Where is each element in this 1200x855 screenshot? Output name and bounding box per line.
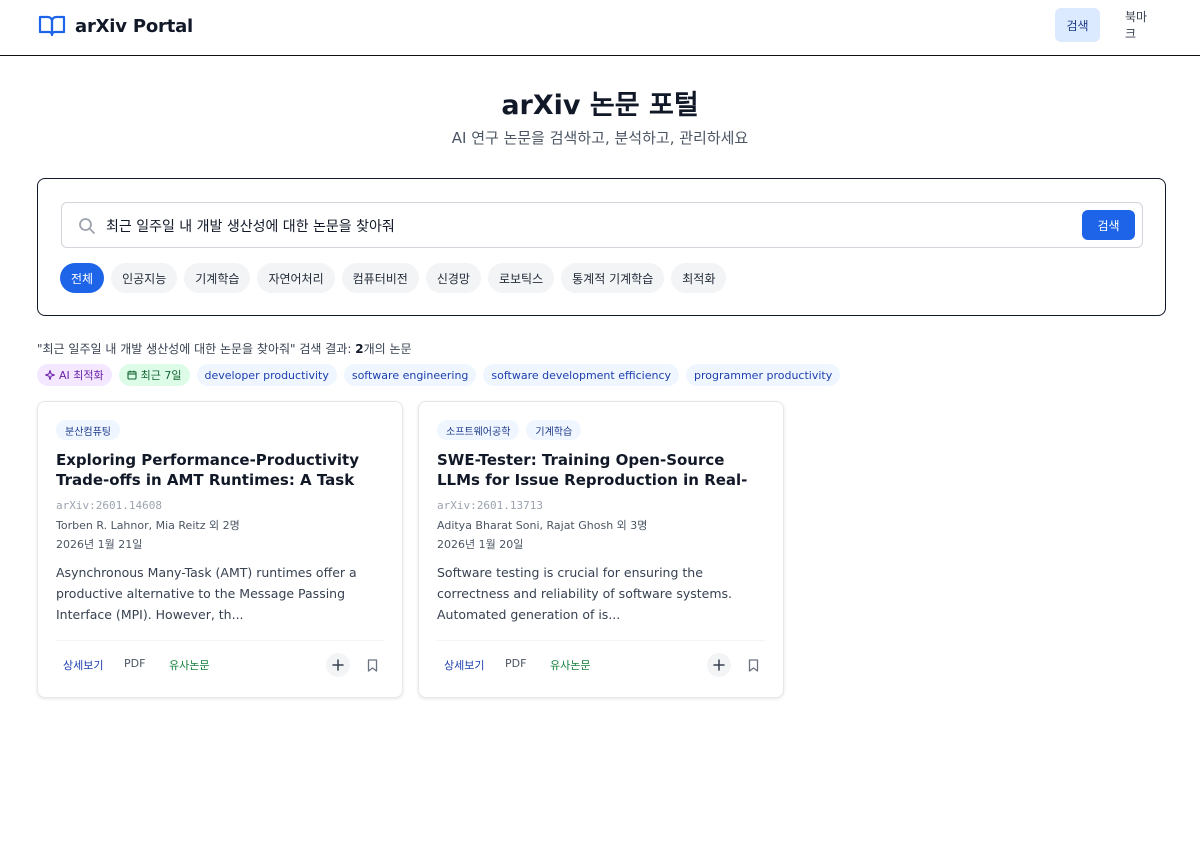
paper-abstract: Asynchronous Many-Task (AMT) runtimes of… (56, 565, 357, 622)
nav-search-button[interactable]: 검색 (1055, 8, 1100, 42)
result-summary: "최근 일주일 내 개발 생산성에 대한 논문을 찾아줘" 검색 결과: 2개의… (37, 340, 412, 357)
paper-tag: 소프트웨어공학 (437, 420, 520, 440)
category-chip-computer-vision[interactable]: 컴퓨터비전 (341, 263, 419, 293)
bookmark-icon (748, 658, 758, 672)
search-submit-button[interactable]: 검색 (1082, 210, 1135, 240)
paper-date: 2026년 1월 21일 (56, 538, 143, 551)
paper-actions: 상세보기 PDF 유사논문 (56, 653, 384, 677)
plus-icon (713, 659, 725, 671)
view-details-link[interactable]: 상세보기 (444, 657, 484, 673)
keyword-chip: programmer productivity (686, 364, 841, 386)
paper-tag: 기계학습 (526, 420, 582, 440)
search-query-text[interactable]: 최근 일주일 내 개발 생산성에 대한 논문을 찾아줘 (106, 216, 395, 236)
brand-name: arXiv Portal (75, 15, 194, 37)
view-details-link[interactable]: 상세보기 (63, 657, 103, 673)
paper-arxiv-id: arXiv:2601.14608 (56, 499, 162, 512)
category-chip-robotics[interactable]: 로보틱스 (487, 263, 555, 293)
card-divider (56, 640, 384, 641)
paper-date: 2026년 1월 20일 (437, 538, 524, 551)
paper-arxiv-id: arXiv:2601.13713 (437, 499, 543, 512)
category-filter-list: 전체 인공지능 기계학습 자연어처리 컴퓨터비전 신경망 로보틱스 통계적 기계… (60, 263, 727, 293)
category-chip-statistical-ml[interactable]: 통계적 기계학습 (561, 263, 665, 293)
category-chip-all[interactable]: 전체 (60, 263, 105, 293)
paper-abstract: Software testing is crucial for ensuring… (437, 565, 733, 622)
paper-title[interactable]: SWE-Tester: Training Open-Source LLMs fo… (437, 450, 763, 490)
card-divider (437, 640, 765, 641)
top-navigation-bar: arXiv Portal 검색 북마크 (0, 0, 1200, 56)
bookmark-button[interactable] (745, 657, 761, 673)
paper-authors: Torben R. Lahnor, Mia Reitz 외 2명 (56, 519, 240, 532)
paper-tag: 분산컴퓨팅 (56, 420, 120, 440)
paper-authors: Aditya Bharat Soni, Rajat Ghosh 외 3명 (437, 519, 648, 532)
main-nav: 검색 북마크 (1055, 8, 1166, 42)
calendar-icon (127, 370, 137, 380)
paper-actions: 상세보기 PDF 유사논문 (437, 653, 765, 677)
pdf-link[interactable]: PDF (124, 657, 145, 670)
page-subtitle: AI 연구 논문을 검색하고, 분석하고, 관리하세요 (451, 129, 749, 147)
date-range-badge: 최근 7일 (118, 364, 190, 386)
keyword-chip: software development efficiency (483, 364, 680, 386)
keyword-chip: software engineering (343, 364, 477, 386)
nav-bookmark-button[interactable]: 북마크 (1114, 8, 1166, 42)
date-range-label: 최근 7일 (140, 369, 182, 382)
plus-icon (332, 659, 344, 671)
ai-optimized-badge: AI 최적화 (37, 364, 112, 386)
category-chip-ai[interactable]: 인공지능 (111, 263, 178, 293)
category-chip-nlp[interactable]: 자연어처리 (257, 263, 335, 293)
category-chip-optimization[interactable]: 최적화 (671, 263, 727, 293)
paper-card: 분산컴퓨팅 Exploring Performance-Productivity… (37, 401, 403, 698)
bookmark-icon (367, 658, 377, 672)
add-button[interactable] (326, 653, 350, 677)
category-chip-machine-learning[interactable]: 기계학습 (184, 263, 251, 293)
search-panel: 최근 일주일 내 개발 생산성에 대한 논문을 찾아줘 검색 전체 인공지능 기… (37, 178, 1166, 316)
paper-title[interactable]: Exploring Performance-Productivity Trade… (56, 450, 382, 490)
query-analysis-chips: AI 최적화 최근 7일 developer productivity soft… (37, 364, 841, 386)
book-open-icon (38, 15, 66, 37)
paper-card: 소프트웨어공학 기계학습 SWE-Tester: Training Open-S… (418, 401, 784, 698)
add-button[interactable] (707, 653, 731, 677)
search-icon (79, 218, 95, 234)
pdf-link[interactable]: PDF (505, 657, 526, 670)
keyword-chip: developer productivity (196, 364, 337, 386)
category-chip-neural-networks[interactable]: 신경망 (425, 263, 481, 293)
bookmark-button[interactable] (364, 657, 380, 673)
result-summary-prefix: "최근 일주일 내 개발 생산성에 대한 논문을 찾아줘" 검색 결과: (37, 342, 356, 356)
result-count: 2 (355, 342, 364, 356)
ai-optimized-label: AI 최적화 (59, 369, 104, 382)
similar-papers-link[interactable]: 유사논문 (169, 657, 209, 673)
paper-tags: 분산컴퓨팅 (56, 420, 120, 440)
result-summary-suffix: 개의 논문 (363, 342, 412, 356)
brand[interactable]: arXiv Portal (38, 12, 193, 40)
similar-papers-link[interactable]: 유사논문 (550, 657, 590, 673)
paper-tags: 소프트웨어공학 기계학습 (437, 420, 582, 440)
sparkle-icon (45, 370, 55, 380)
search-input[interactable]: 최근 일주일 내 개발 생산성에 대한 논문을 찾아줘 검색 (61, 202, 1143, 248)
page-title: arXiv 논문 포털 (501, 90, 699, 121)
